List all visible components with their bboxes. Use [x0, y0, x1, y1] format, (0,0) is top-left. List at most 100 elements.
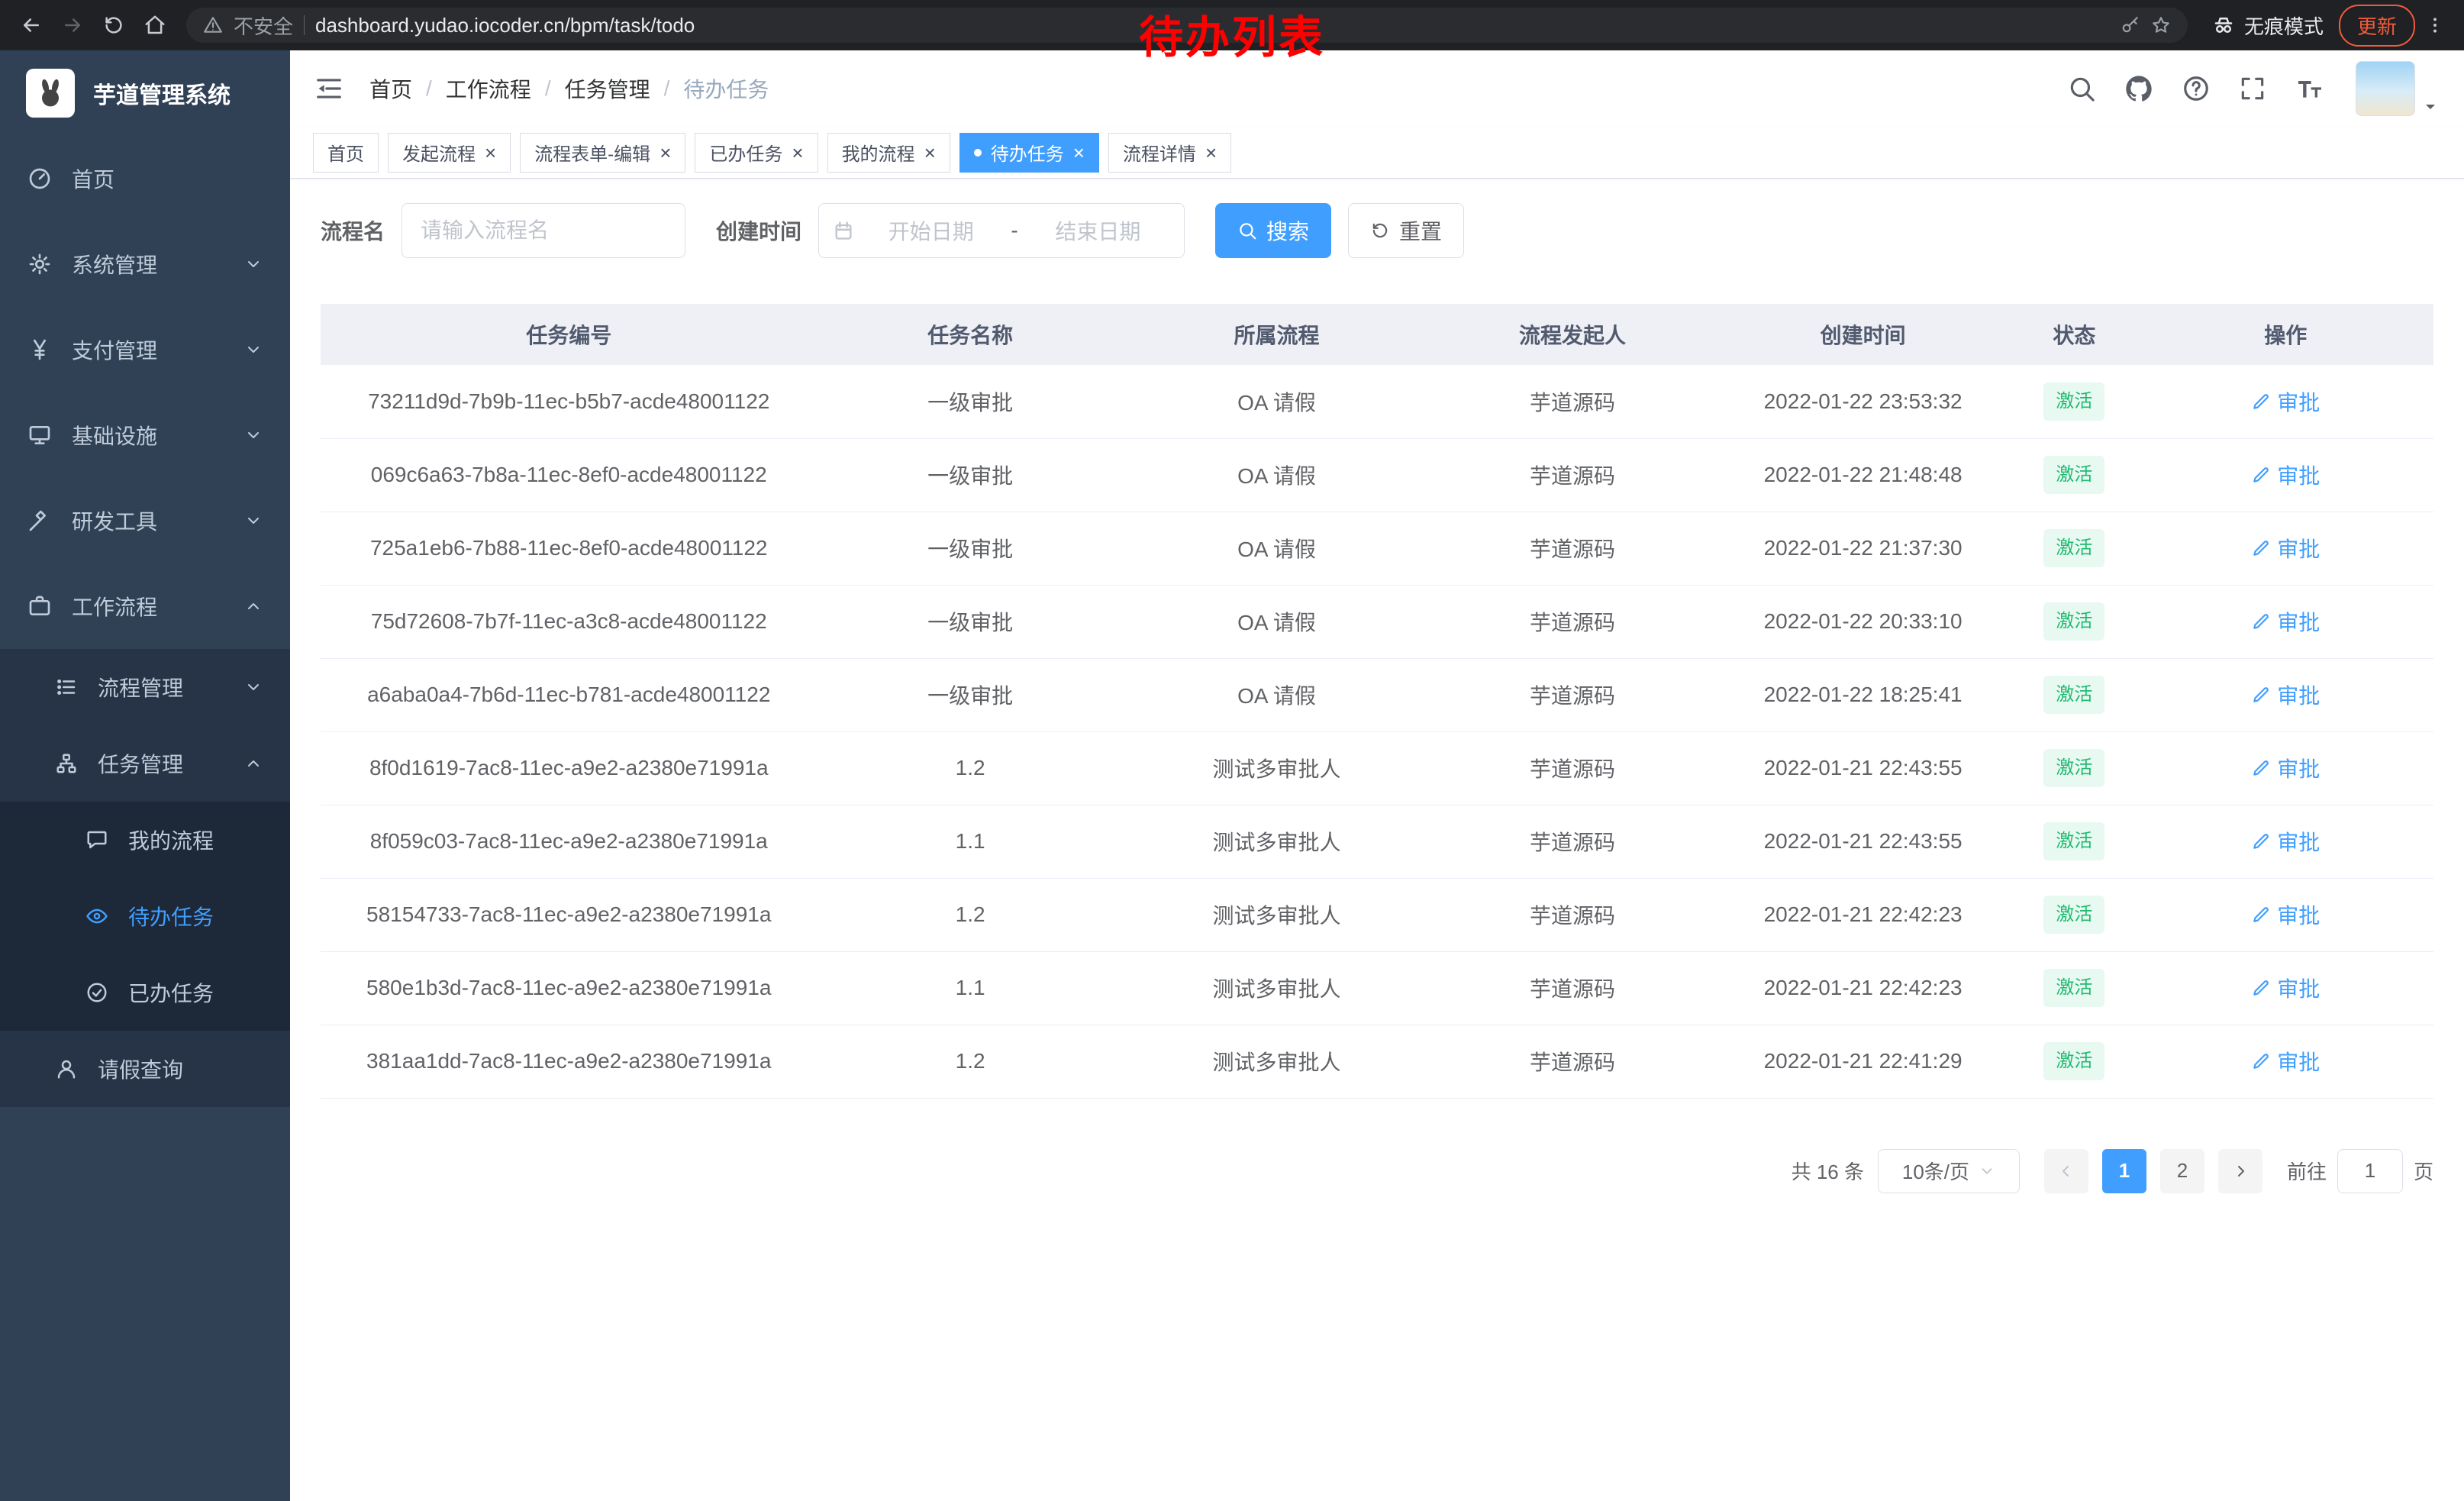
chevron-down-icon	[244, 678, 263, 696]
sidebar-item-process-mgmt[interactable]: 流程管理	[0, 649, 290, 725]
tab-todo-task[interactable]: 待办任务×	[959, 133, 1099, 173]
sidebar: 芋道管理系统 首页 系统管理 支付管理	[0, 50, 290, 1501]
edit-icon	[2251, 978, 2271, 998]
next-page-button[interactable]	[2218, 1149, 2262, 1193]
edit-icon	[2251, 685, 2271, 705]
close-icon[interactable]: ×	[1205, 143, 1217, 163]
navbar-actions	[2067, 61, 2440, 116]
goto-page-input[interactable]	[2337, 1149, 2403, 1193]
tab-done-task[interactable]: 已办任务×	[695, 133, 818, 173]
tab-process-detail[interactable]: 流程详情×	[1108, 133, 1231, 173]
sidebar-item-my-process[interactable]: 我的流程	[0, 802, 290, 878]
sidebar-item-done-task[interactable]: 已办任务	[0, 954, 290, 1031]
bookmark-star-icon[interactable]	[2151, 15, 2171, 35]
approve-link[interactable]: 审批	[2251, 899, 2320, 930]
reset-button[interactable]: 重置	[1348, 203, 1464, 258]
active-dot	[974, 149, 982, 157]
sidebar-item-task-mgmt[interactable]: 任务管理	[0, 725, 290, 802]
prev-page-button[interactable]	[2044, 1149, 2088, 1193]
create-time-label: 创建时间	[716, 215, 801, 246]
dashboard-icon	[27, 166, 52, 191]
tab-home[interactable]: 首页	[313, 133, 379, 173]
tab-my-process[interactable]: 我的流程×	[827, 133, 950, 173]
chevron-left-icon	[2057, 1162, 2075, 1180]
github-icon[interactable]	[2124, 73, 2154, 104]
page-button-1[interactable]: 1	[2102, 1149, 2146, 1193]
search-icon[interactable]	[2067, 74, 2096, 103]
edit-icon	[2251, 465, 2271, 485]
page-content: 流程名 创建时间 开始日期 - 结束日期 搜索 重	[290, 179, 2464, 1501]
workflow-submenu: 流程管理 任务管理 我的流程	[0, 649, 290, 1107]
table-row: 8f059c03-7ac8-11ec-a9e2-a2380e71991a 1.1…	[321, 805, 2433, 878]
divider	[304, 15, 305, 35]
close-icon[interactable]: ×	[660, 143, 671, 163]
table-row: 8f0d1619-7ac8-11ec-a9e2-a2380e71991a 1.2…	[321, 731, 2433, 805]
approve-link[interactable]: 审批	[2251, 1046, 2320, 1077]
close-icon[interactable]: ×	[924, 143, 936, 163]
table-row: 73211d9d-7b9b-11ec-b5b7-acde48001122 一级审…	[321, 365, 2433, 438]
back-button[interactable]	[12, 6, 50, 44]
sidebar-item-payment[interactable]: 支付管理	[0, 307, 290, 392]
goto-unit: 页	[2414, 1157, 2433, 1185]
approve-link[interactable]: 审批	[2251, 533, 2320, 563]
sidebar-item-infrastructure[interactable]: 基础设施	[0, 392, 290, 478]
person-icon	[55, 1057, 78, 1080]
password-key-icon[interactable]	[2121, 15, 2140, 35]
approve-link[interactable]: 审批	[2251, 753, 2320, 783]
status-badge: 激活	[2043, 1042, 2104, 1080]
breadcrumb-task-mgmt[interactable]: 任务管理	[565, 73, 650, 104]
tabs-bar: 首页 发起流程× 流程表单-编辑× 已办任务× 我的流程× 待办任务× 流程详情…	[290, 127, 2464, 179]
browser-menu-icon[interactable]	[2418, 8, 2452, 42]
sidebar-item-devtools[interactable]: 研发工具	[0, 478, 290, 563]
table-row: a6aba0a4-7b6d-11ec-b781-acde48001122 一级审…	[321, 658, 2433, 731]
date-range-picker[interactable]: 开始日期 - 结束日期	[818, 203, 1185, 258]
breadcrumb-home[interactable]: 首页	[369, 73, 412, 104]
search-icon	[1237, 221, 1257, 240]
eye-icon	[85, 905, 108, 928]
approve-link[interactable]: 审批	[2251, 973, 2320, 1003]
process-name-input[interactable]	[402, 203, 685, 258]
app-logo	[26, 69, 75, 118]
search-button[interactable]: 搜索	[1215, 203, 1331, 258]
approve-link[interactable]: 审批	[2251, 826, 2320, 857]
goto-page: 前往 页	[2287, 1149, 2433, 1193]
approve-link[interactable]: 审批	[2251, 386, 2320, 417]
status-badge: 激活	[2043, 529, 2104, 567]
chevron-down-icon	[244, 341, 263, 359]
status-badge: 激活	[2043, 383, 2104, 421]
sidebar-item-leave-query[interactable]: 请假查询	[0, 1031, 290, 1107]
sidebar-item-workflow[interactable]: 工作流程	[0, 563, 290, 649]
approve-link[interactable]: 审批	[2251, 606, 2320, 637]
home-button[interactable]	[136, 6, 174, 44]
user-menu[interactable]	[2356, 61, 2440, 116]
reload-button[interactable]	[95, 6, 133, 44]
yen-icon	[27, 337, 52, 362]
sidebar-item-todo-task[interactable]: 待办任务	[0, 878, 290, 954]
edit-icon	[2251, 831, 2271, 851]
table-row: 725a1eb6-7b88-11ec-8ef0-acde48001122 一级审…	[321, 512, 2433, 585]
pagination: 共 16 条 10条/页 1 2 前往	[321, 1149, 2433, 1193]
avatar[interactable]	[2356, 61, 2415, 116]
tools-icon	[27, 508, 52, 533]
close-icon[interactable]: ×	[485, 143, 496, 163]
forward-button[interactable]	[53, 6, 92, 44]
help-icon[interactable]	[2182, 74, 2211, 103]
close-icon[interactable]: ×	[1073, 143, 1085, 163]
update-button[interactable]: 更新	[2339, 5, 2415, 47]
tab-start-process[interactable]: 发起流程×	[388, 133, 511, 173]
sidebar-item-system[interactable]: 系统管理	[0, 221, 290, 307]
breadcrumb-workflow[interactable]: 工作流程	[446, 73, 531, 104]
breadcrumb-current: 待办任务	[683, 73, 769, 104]
page-size-select[interactable]: 10条/页	[1878, 1149, 2020, 1193]
fullscreen-icon[interactable]	[2238, 74, 2267, 103]
sidebar-item-home[interactable]: 首页	[0, 136, 290, 221]
approve-link[interactable]: 审批	[2251, 460, 2320, 490]
approve-link[interactable]: 审批	[2251, 679, 2320, 710]
tab-form-edit[interactable]: 流程表单-编辑×	[520, 133, 685, 173]
security-label: 不安全	[234, 11, 293, 40]
font-size-icon[interactable]	[2295, 73, 2325, 104]
monitor-icon	[27, 423, 52, 447]
close-icon[interactable]: ×	[792, 143, 803, 163]
sidebar-collapse-icon[interactable]	[314, 74, 343, 103]
page-button-2[interactable]: 2	[2160, 1149, 2204, 1193]
